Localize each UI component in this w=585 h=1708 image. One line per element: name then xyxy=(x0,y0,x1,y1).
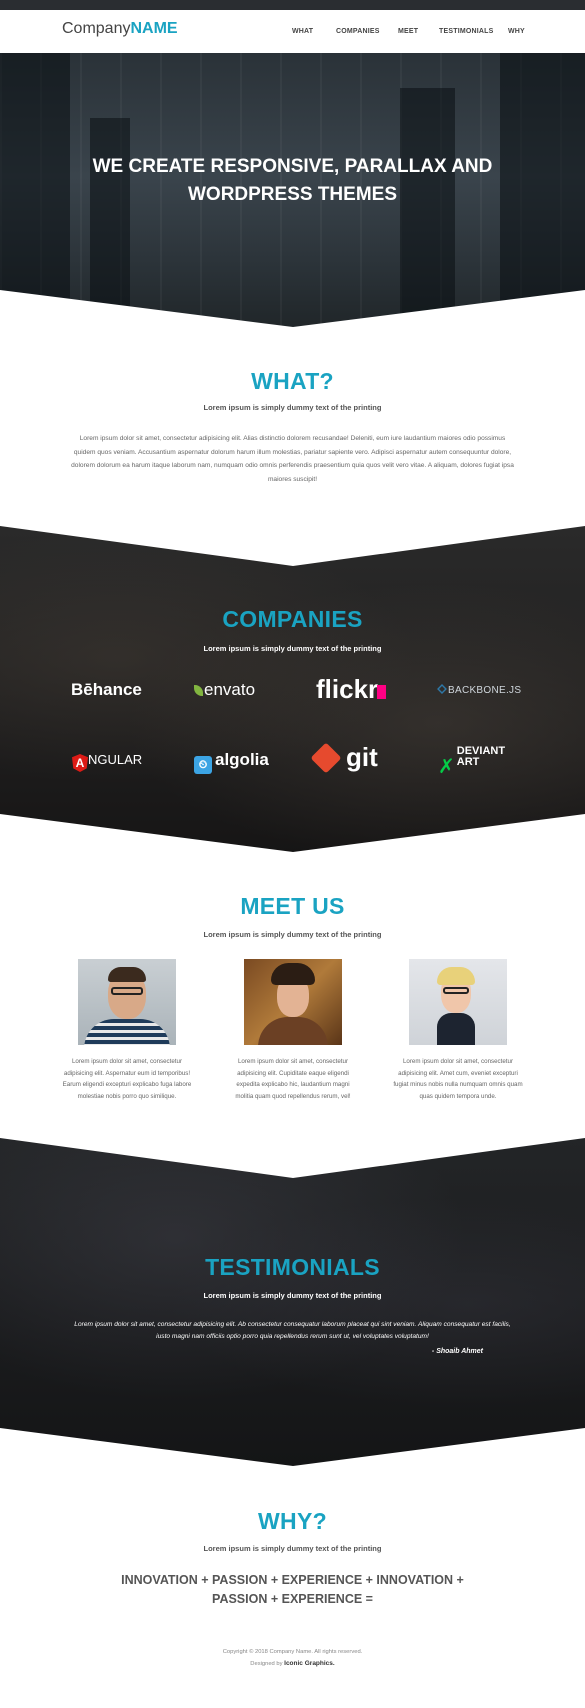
backbone-icon xyxy=(437,684,447,694)
member-photo xyxy=(409,959,507,1045)
why-formula: INNOVATION + PASSION + EXPERIENCE + INNO… xyxy=(121,1573,464,1606)
envato-leaf-icon xyxy=(194,685,203,696)
nav-item-testimonials[interactable]: TESTIMONIALS xyxy=(439,28,494,35)
testimonials-title: TESTIMONIALS xyxy=(205,1254,380,1280)
testimonials-bottom-chevron xyxy=(0,1428,585,1468)
nav-item-why[interactable]: WHY xyxy=(508,28,525,35)
glasses-icon xyxy=(111,987,143,995)
git-logo[interactable]: git xyxy=(310,742,378,774)
deviantart-icon: ✗ xyxy=(438,756,455,778)
hero-title: WE CREATE RESPONSIVE, PARALLAX AND WORDP… xyxy=(92,156,493,205)
brand-name: NAME xyxy=(130,20,178,37)
testimonial-author: - Shoaib Ahmet xyxy=(431,1348,483,1355)
member-photo xyxy=(244,959,342,1045)
meet-title: MEET US xyxy=(240,893,345,919)
top-strip xyxy=(0,0,585,10)
nav-item-what[interactable]: WHAT xyxy=(292,28,313,35)
testimonials-section: TESTIMONIALS Lorem ipsum is simply dummy… xyxy=(0,1138,585,1468)
companies-bottom-chevron xyxy=(0,814,585,854)
glasses-icon xyxy=(443,987,469,994)
flickr-logo[interactable]: flickr xyxy=(316,674,378,705)
behance-logo[interactable]: Bēhance xyxy=(71,680,142,700)
member-dress xyxy=(437,1013,475,1045)
meet-subtitle: Lorem ipsum is simply dummy text of the … xyxy=(203,930,382,939)
member-shirt xyxy=(84,1019,170,1045)
git-diamond-icon xyxy=(310,742,342,774)
deviantart-logo[interactable]: ✗DEVIANT ART xyxy=(438,746,509,778)
brand-prefix: Company xyxy=(62,20,131,37)
nav-item-meet[interactable]: MEET xyxy=(398,28,418,35)
why-subtitle: Lorem ipsum is simply dummy text of the … xyxy=(203,1544,382,1553)
testimonials-subtitle: Lorem ipsum is simply dummy text of the … xyxy=(203,1291,382,1300)
member-bio: Lorem ipsum dolor sit amet, consectetur … xyxy=(235,1058,351,1100)
footer-copyright: Copyright © 2018 Company Name. All right… xyxy=(222,1649,363,1655)
testimonials-top-chevron xyxy=(0,1138,585,1178)
why-title: WHY? xyxy=(258,1508,327,1534)
backbone-logo[interactable]: BACKBONE.JS xyxy=(437,684,521,696)
hero-chevron-divider xyxy=(0,290,585,330)
member-hair xyxy=(108,967,146,982)
nav-item-companies[interactable]: COMPANIES xyxy=(336,28,380,35)
member-bio: Lorem ipsum dolor sit amet, consectetur … xyxy=(62,1058,192,1100)
what-paragraph: Lorem ipsum dolor sit amet, consectetur … xyxy=(71,435,514,483)
testimonial-quote: Lorem ipsum dolor sit amet, consectetur … xyxy=(74,1321,511,1340)
flickr-accent-icon xyxy=(377,685,386,699)
member-hat xyxy=(271,963,315,985)
what-title: WHAT? xyxy=(251,368,334,394)
what-subtitle: Lorem ipsum is simply dummy text of the … xyxy=(203,403,382,412)
angular-shield-icon: A xyxy=(72,754,88,772)
member-bio: Lorem ipsum dolor sit amet, consectetur … xyxy=(393,1058,523,1100)
member-hair xyxy=(437,967,475,985)
brand-logo[interactable]: CompanyNAME xyxy=(62,20,178,38)
algolia-logo[interactable]: ⏲ algolia xyxy=(194,750,269,774)
companies-title: COMPANIES xyxy=(222,606,363,632)
member-photo xyxy=(78,959,176,1045)
companies-top-chevron xyxy=(0,526,585,566)
companies-subtitle: Lorem ipsum is simply dummy text of the … xyxy=(203,644,382,653)
companies-section: COMPANIES Lorem ipsum is simply dummy te… xyxy=(0,526,585,854)
envato-logo[interactable]: envato xyxy=(194,680,255,700)
member-coat xyxy=(258,1017,328,1045)
algolia-icon: ⏲ xyxy=(194,756,212,774)
footer-credit: Designed by Iconic Graphics. xyxy=(250,1660,335,1667)
angular-logo[interactable]: A NGULAR xyxy=(72,752,142,772)
designer-link[interactable]: Iconic Graphics. xyxy=(284,1660,335,1667)
header: CompanyNAME WHAT COMPANIES MEET TESTIMON… xyxy=(0,10,585,53)
